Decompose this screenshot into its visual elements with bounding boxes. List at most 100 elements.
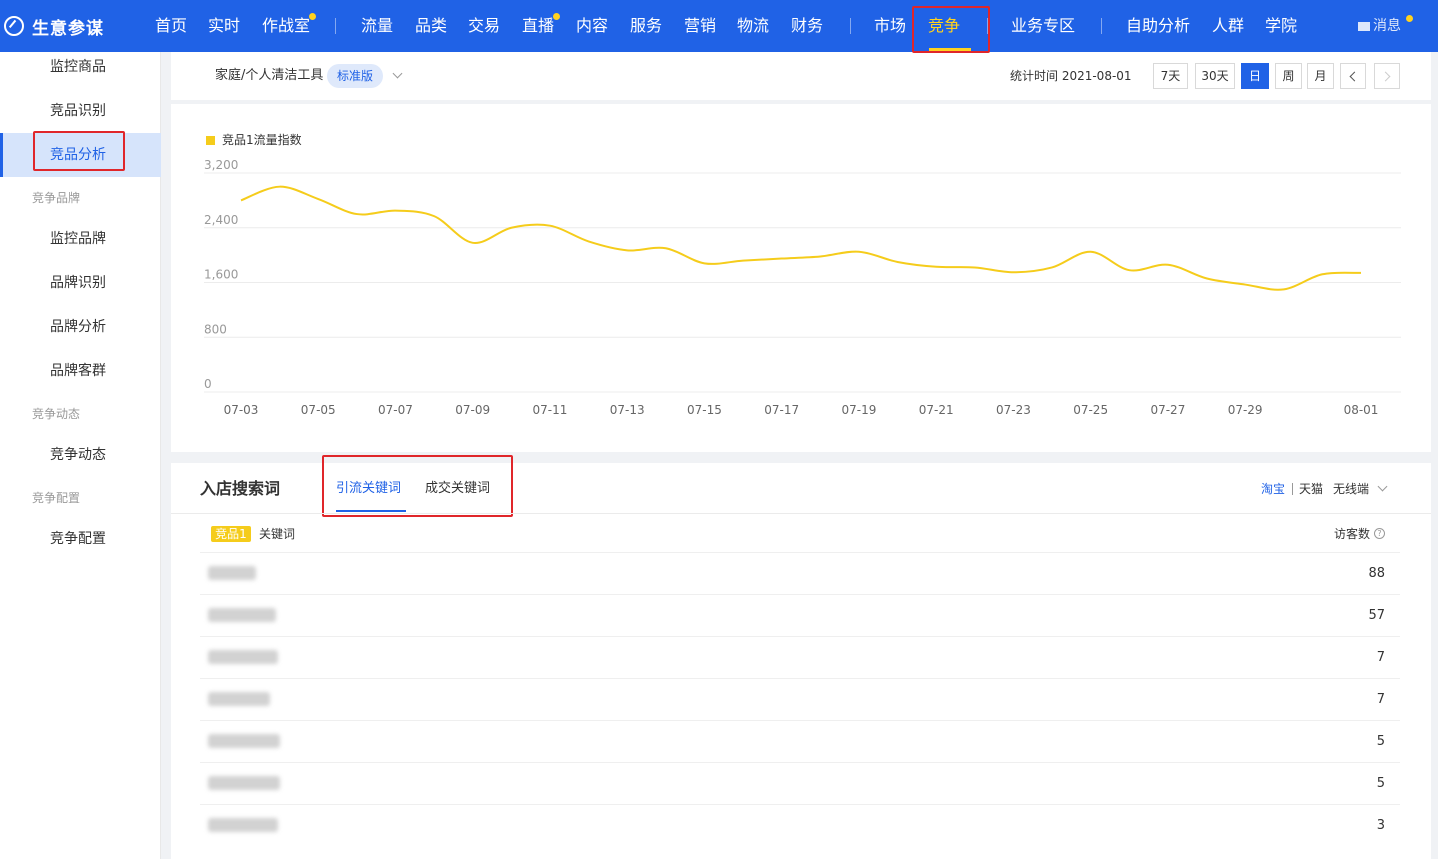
notification-dot — [553, 13, 561, 20]
data-point[interactable] — [548, 224, 552, 228]
platform-device-select[interactable]: 无线端 — [1333, 480, 1369, 498]
data-point[interactable] — [896, 260, 900, 264]
period-day-button[interactable]: 日 — [1241, 63, 1269, 89]
row-divider — [200, 636, 1400, 637]
x-tick-label: 07-25 — [1073, 403, 1108, 417]
nav-item-trade[interactable]: 交易 — [468, 0, 500, 52]
data-point[interactable] — [393, 209, 397, 213]
keyword-cell-redacted[interactable] — [208, 692, 270, 706]
data-point[interactable] — [278, 185, 282, 189]
category-selector[interactable]: 家庭/个人清洁工具 — [215, 66, 323, 86]
data-point[interactable] — [934, 265, 938, 269]
tab-deal-keywords[interactable]: 成交关键词 — [425, 479, 490, 499]
data-point[interactable] — [1166, 263, 1170, 267]
messages-button[interactable]: 消息 — [1358, 0, 1401, 52]
sidebar-item-monitor-brands[interactable]: 监控品牌 — [0, 217, 161, 261]
nav-item-traffic[interactable]: 流量 — [361, 0, 393, 52]
data-point[interactable] — [1205, 276, 1209, 280]
data-point[interactable] — [1127, 268, 1131, 272]
data-point[interactable] — [1359, 271, 1363, 275]
visitor-count: 7 — [1376, 650, 1385, 665]
data-point[interactable] — [587, 239, 591, 243]
keyword-cell-redacted[interactable] — [208, 818, 278, 832]
series-line[interactable] — [240, 185, 1362, 291]
data-point[interactable] — [780, 257, 784, 261]
y-tick-label: 0 — [204, 377, 212, 391]
data-point[interactable] — [1050, 265, 1054, 269]
sidebar-item-brand-customers[interactable]: 品牌客群 — [0, 349, 161, 393]
nav-item-competition[interactable]: 竞争 — [928, 0, 960, 52]
visitor-count: 3 — [1376, 818, 1385, 833]
data-point[interactable] — [857, 250, 861, 254]
keyword-cell-redacted[interactable] — [208, 566, 256, 580]
nav-item-live[interactable]: 直播 — [522, 0, 561, 52]
nav-item-self-analysis[interactable]: 自助分析 — [1126, 0, 1190, 52]
data-point[interactable] — [316, 197, 320, 201]
column-header-keyword: 关键词 — [259, 527, 296, 541]
keyword-cell-redacted[interactable] — [208, 608, 276, 622]
data-point[interactable] — [509, 226, 513, 230]
platform-tmall[interactable]: 天猫 — [1299, 480, 1323, 498]
data-point[interactable] — [471, 241, 475, 245]
competitor-badge: 竞品1 — [211, 526, 251, 542]
prev-date-button[interactable] — [1340, 63, 1366, 89]
data-point[interactable] — [664, 246, 668, 250]
data-point[interactable] — [625, 248, 629, 252]
data-point[interactable] — [432, 214, 436, 218]
x-tick-label: 07-21 — [919, 403, 954, 417]
sidebar: 监控商品 竞品识别 竞品分析 竞争品牌 监控品牌 品牌识别 品牌分析 品牌客群 … — [0, 52, 161, 859]
data-point[interactable] — [239, 198, 243, 202]
nav-item-market[interactable]: 市场 — [874, 0, 906, 52]
nav-item-service[interactable]: 服务 — [630, 0, 662, 52]
row-divider — [200, 594, 1400, 595]
data-point[interactable] — [702, 261, 706, 265]
nav-item-content[interactable]: 内容 — [576, 0, 608, 52]
active-tab-indicator — [336, 510, 406, 512]
sidebar-item-product-identify[interactable]: 竞品识别 — [0, 89, 161, 133]
messages-label: 消息 — [1373, 18, 1401, 34]
visitor-count: 7 — [1376, 692, 1385, 707]
nav-item-realtime[interactable]: 实时 — [208, 0, 240, 52]
nav-item-finance[interactable]: 财务 — [791, 0, 823, 52]
sidebar-item-brand-identify[interactable]: 品牌识别 — [0, 261, 161, 305]
period-30d-button[interactable]: 30天 — [1195, 63, 1235, 89]
help-icon[interactable]: ? — [1374, 528, 1385, 539]
column-header-visitors[interactable]: 访客数 — [1334, 525, 1370, 543]
nav-item-business-zone[interactable]: 业务专区 — [1011, 0, 1075, 52]
nav-item-academy[interactable]: 学院 — [1265, 0, 1297, 52]
legend-label: 竞品1流量指数 — [222, 133, 302, 147]
sidebar-item-product-analysis[interactable]: 竞品分析 — [0, 133, 161, 177]
x-tick-label: 07-17 — [764, 403, 799, 417]
data-point[interactable] — [1282, 287, 1286, 291]
data-point[interactable] — [1011, 270, 1015, 274]
top-nav: 生意参谋 首页 实时 作战室 流量 品类 交易 直播 内容 服务 营销 物流 财… — [0, 0, 1438, 52]
nav-item-logistics[interactable]: 物流 — [737, 0, 769, 52]
nav-item-category[interactable]: 品类 — [415, 0, 447, 52]
next-date-button[interactable] — [1374, 63, 1400, 89]
tab-traffic-keywords[interactable]: 引流关键词 — [336, 479, 401, 499]
data-point[interactable] — [818, 254, 822, 258]
sidebar-item-monitor-products[interactable]: 监控商品 — [0, 45, 161, 89]
period-7d-button[interactable]: 7天 — [1153, 63, 1188, 89]
data-point[interactable] — [973, 265, 977, 269]
nav-item-war-room[interactable]: 作战室 — [262, 0, 317, 52]
keyword-cell-redacted[interactable] — [208, 650, 278, 664]
keyword-cell-redacted[interactable] — [208, 734, 280, 748]
sidebar-item-dynamics[interactable]: 竞争动态 — [0, 433, 161, 477]
period-month-button[interactable]: 月 — [1307, 63, 1334, 89]
sidebar-item-brand-analysis[interactable]: 品牌分析 — [0, 305, 161, 349]
nav-item-marketing[interactable]: 营销 — [684, 0, 716, 52]
keyword-cell-redacted[interactable] — [208, 776, 280, 790]
sidebar-item-config[interactable]: 竞争配置 — [0, 517, 161, 561]
y-tick-label: 2,400 — [204, 213, 238, 227]
period-week-button[interactable]: 周 — [1275, 63, 1302, 89]
nav-item-crowd[interactable]: 人群 — [1212, 0, 1244, 52]
visitor-count: 5 — [1376, 776, 1385, 791]
data-point[interactable] — [741, 259, 745, 263]
data-point[interactable] — [1243, 283, 1247, 287]
data-point[interactable] — [355, 212, 359, 216]
data-point[interactable] — [1320, 272, 1324, 276]
chart-legend[interactable]: 竞品1流量指数 — [206, 132, 302, 148]
data-point[interactable] — [1089, 250, 1093, 254]
platform-taobao[interactable]: 淘宝 — [1261, 480, 1285, 498]
